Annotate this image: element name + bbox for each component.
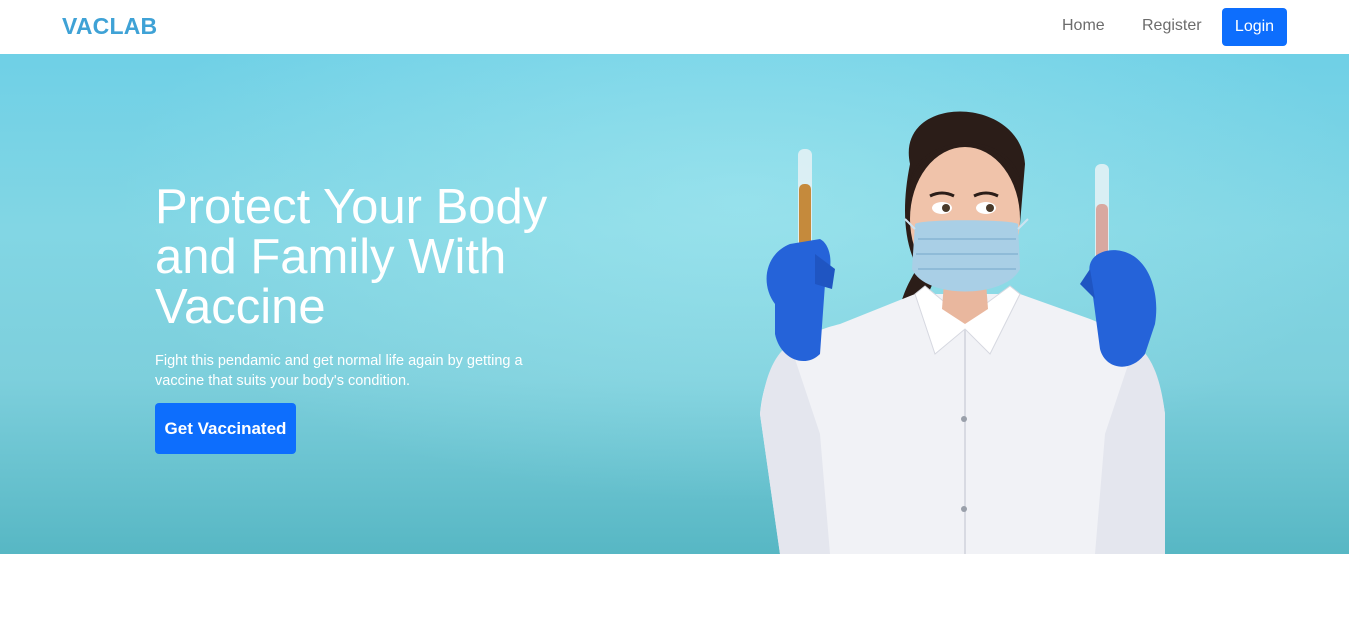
hero-subtitle: Fight this pendamic and get normal life … [155,353,523,389]
scientist-illustration [760,111,1165,554]
nav-link-register[interactable]: Register [1142,17,1202,35]
brand-logo[interactable]: VACLAB [62,13,157,40]
get-vaccinated-button[interactable]: Get Vaccinated [155,403,296,454]
navbar: VACLAB Home Register Login [0,0,1349,54]
nav-link-home[interactable]: Home [1062,17,1105,35]
hero-title: Protect Your Body and Family With Vaccin… [155,180,548,334]
login-button[interactable]: Login [1222,8,1287,46]
